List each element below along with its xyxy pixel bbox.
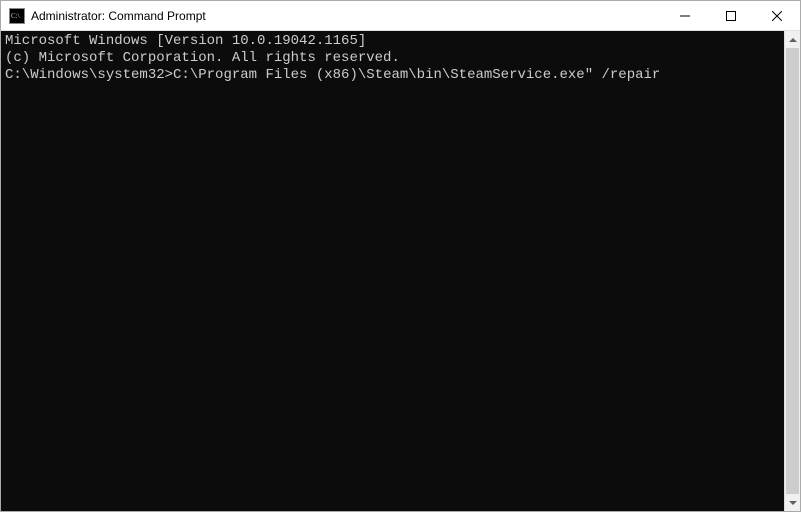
scrollbar-thumb[interactable] (786, 48, 799, 494)
terminal-output[interactable]: Microsoft Windows [Version 10.0.19042.11… (1, 31, 784, 511)
terminal-prompt: C:\Windows\system32> (5, 67, 173, 83)
terminal-prompt-line: C:\Windows\system32>C:\Program Files (x8… (5, 67, 780, 84)
minimize-button[interactable] (662, 1, 708, 30)
cmd-icon: C:\ (9, 8, 25, 24)
close-button[interactable] (754, 1, 800, 30)
command-prompt-window: C:\ Administrator: Command Prompt Micros… (0, 0, 801, 512)
svg-text:C:\: C:\ (11, 12, 20, 20)
titlebar-controls (662, 1, 800, 30)
scroll-down-button[interactable] (785, 494, 800, 511)
scroll-up-button[interactable] (785, 31, 800, 48)
titlebar[interactable]: C:\ Administrator: Command Prompt (1, 1, 800, 31)
content-area: Microsoft Windows [Version 10.0.19042.11… (1, 31, 800, 511)
vertical-scrollbar[interactable] (784, 31, 800, 511)
maximize-button[interactable] (708, 1, 754, 30)
window-title: Administrator: Command Prompt (31, 9, 662, 23)
scrollbar-track[interactable] (785, 48, 800, 494)
terminal-command: C:\Program Files (x86)\Steam\bin\SteamSe… (173, 67, 660, 83)
terminal-line: (c) Microsoft Corporation. All rights re… (5, 50, 780, 67)
terminal-line: Microsoft Windows [Version 10.0.19042.11… (5, 33, 780, 50)
